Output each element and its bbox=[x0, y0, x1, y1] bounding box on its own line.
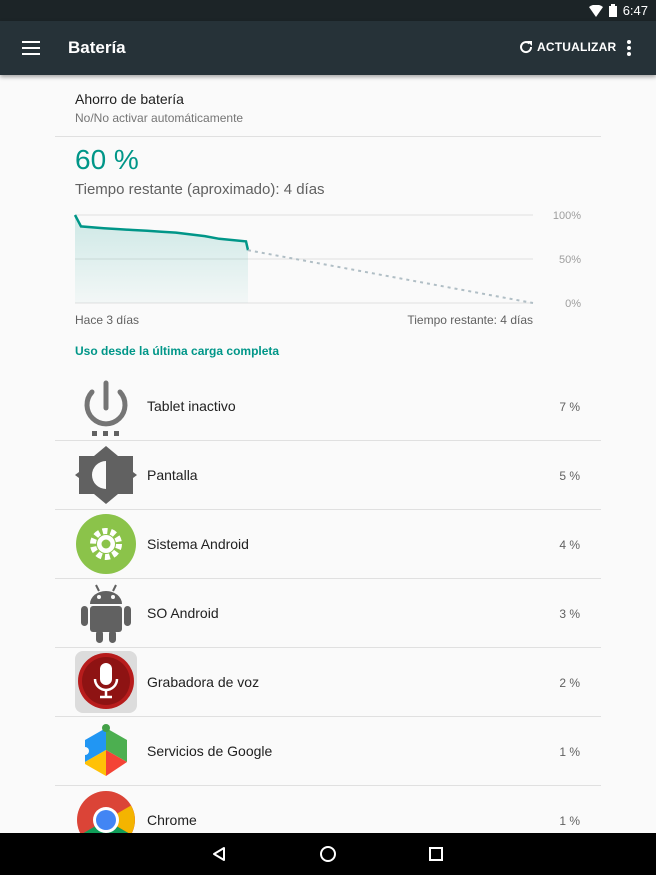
usage-item-name: Grabadora de voz bbox=[147, 674, 260, 690]
app-bar: Batería ACTUALIZAR bbox=[0, 21, 656, 75]
usage-section-title: Uso desde la última carga completa bbox=[75, 344, 280, 358]
usage-item-name: Tablet inactivo bbox=[147, 398, 236, 414]
battery-saver-subtitle: No/No activar automáticamente bbox=[75, 111, 244, 125]
usage-list: Tablet inactivo 7 % Pantalla 5 % Sistema… bbox=[0, 372, 656, 855]
menu-icon[interactable] bbox=[22, 41, 40, 55]
recents-icon[interactable] bbox=[429, 847, 443, 861]
battery-saver-item[interactable]: Ahorro de batería No/No activar automáti… bbox=[75, 91, 243, 125]
power-icon bbox=[84, 380, 128, 436]
refresh-button[interactable]: ACTUALIZAR bbox=[518, 39, 616, 55]
battery-icon bbox=[608, 4, 617, 17]
y-label-100: 100% bbox=[553, 210, 581, 222]
android-robot-icon bbox=[81, 584, 131, 643]
usage-item-value: 2 % bbox=[559, 676, 580, 690]
usage-item-value: 4 % bbox=[559, 538, 580, 552]
usage-item[interactable]: Pantalla 5 % bbox=[0, 441, 656, 510]
page-title: Batería bbox=[68, 38, 126, 57]
usage-item-name: SO Android bbox=[147, 605, 219, 621]
y-label-50: 50% bbox=[559, 254, 581, 266]
brightness-icon bbox=[75, 446, 137, 504]
google-play-services-icon bbox=[81, 724, 127, 776]
wifi-icon bbox=[588, 4, 603, 17]
battery-projection-line bbox=[247, 249, 534, 304]
home-icon[interactable] bbox=[319, 845, 337, 863]
status-bar: 6:47 bbox=[0, 0, 656, 21]
x-label-end: Tiempo restante: 4 días bbox=[407, 313, 533, 327]
usage-item-name: Servicios de Google bbox=[147, 743, 273, 759]
y-label-0: 0% bbox=[565, 298, 581, 310]
usage-item-value: 3 % bbox=[559, 607, 580, 621]
usage-item[interactable]: Grabadora de voz 2 % bbox=[0, 648, 656, 717]
android-system-icon bbox=[76, 514, 136, 574]
status-time: 6:47 bbox=[622, 3, 648, 18]
voice-recorder-icon bbox=[75, 651, 137, 713]
status-icons: 6:47 bbox=[588, 3, 648, 18]
usage-item[interactable]: Sistema Android 4 % bbox=[0, 510, 656, 579]
usage-item[interactable]: SO Android 3 % bbox=[0, 579, 656, 648]
divider bbox=[55, 136, 601, 137]
navigation-bar bbox=[0, 833, 656, 875]
battery-saver-title: Ahorro de batería bbox=[75, 91, 184, 107]
usage-item-value: 7 % bbox=[559, 400, 580, 414]
usage-item[interactable]: Tablet inactivo 7 % bbox=[0, 372, 656, 441]
usage-item-value: 5 % bbox=[559, 469, 580, 483]
usage-item-value: 1 % bbox=[559, 745, 580, 759]
back-icon[interactable] bbox=[211, 846, 227, 862]
time-remaining: Tiempo restante (aproximado): 4 días bbox=[75, 181, 325, 198]
battery-level: 60 % bbox=[75, 144, 139, 175]
refresh-label: ACTUALIZAR bbox=[537, 40, 617, 54]
refresh-icon bbox=[520, 41, 533, 54]
usage-item-name: Chrome bbox=[147, 812, 197, 828]
usage-item[interactable]: Servicios de Google 1 % bbox=[0, 717, 656, 786]
more-options-icon[interactable] bbox=[627, 40, 633, 56]
x-label-start: Hace 3 días bbox=[75, 313, 140, 327]
usage-item-name: Sistema Android bbox=[147, 536, 249, 552]
usage-item-name: Pantalla bbox=[147, 467, 198, 483]
battery-history-graph[interactable]: 100% 50% 0% bbox=[0, 205, 656, 315]
usage-item-value: 1 % bbox=[559, 814, 580, 828]
